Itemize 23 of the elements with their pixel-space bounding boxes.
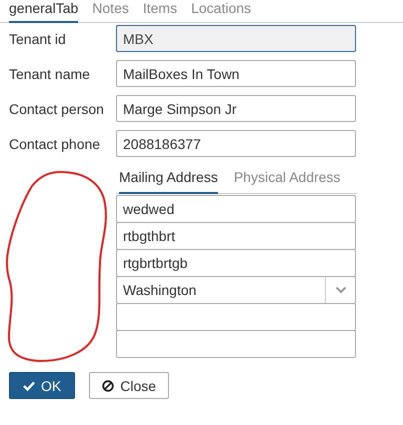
chevron-down-icon — [334, 286, 346, 294]
tab[interactable]: Items — [142, 0, 178, 23]
input-field[interactable]: wedwed — [116, 195, 356, 223]
input-field[interactable]: MailBoxes In Town — [116, 60, 356, 87]
tab[interactable]: Physical Address — [234, 167, 340, 194]
input-field[interactable]: rtgbrtbrtgb — [116, 249, 356, 277]
input-field[interactable] — [116, 303, 356, 331]
tab[interactable]: Locations — [191, 0, 252, 23]
input-field[interactable] — [116, 330, 356, 358]
tab[interactable]: Notes — [92, 0, 129, 23]
close-button[interactable]: Close — [89, 372, 170, 399]
field-label: Contact phone — [8, 136, 102, 152]
ok-button[interactable]: OK — [9, 372, 76, 399]
tab[interactable]: generalTab — [9, 0, 78, 23]
input-field[interactable]: Marge Simpson Jr — [116, 95, 356, 122]
field-label: Tenant name — [8, 66, 91, 82]
field-label: Contact person — [8, 100, 105, 116]
forbidden-icon — [102, 380, 114, 392]
check-icon — [23, 380, 35, 390]
input-field[interactable]: 2088186377 — [116, 130, 356, 157]
input-field[interactable]: rtbgthbrt — [116, 222, 356, 250]
field-label: Tenant id — [8, 30, 67, 46]
dropdown[interactable]: Washington — [116, 276, 356, 304]
